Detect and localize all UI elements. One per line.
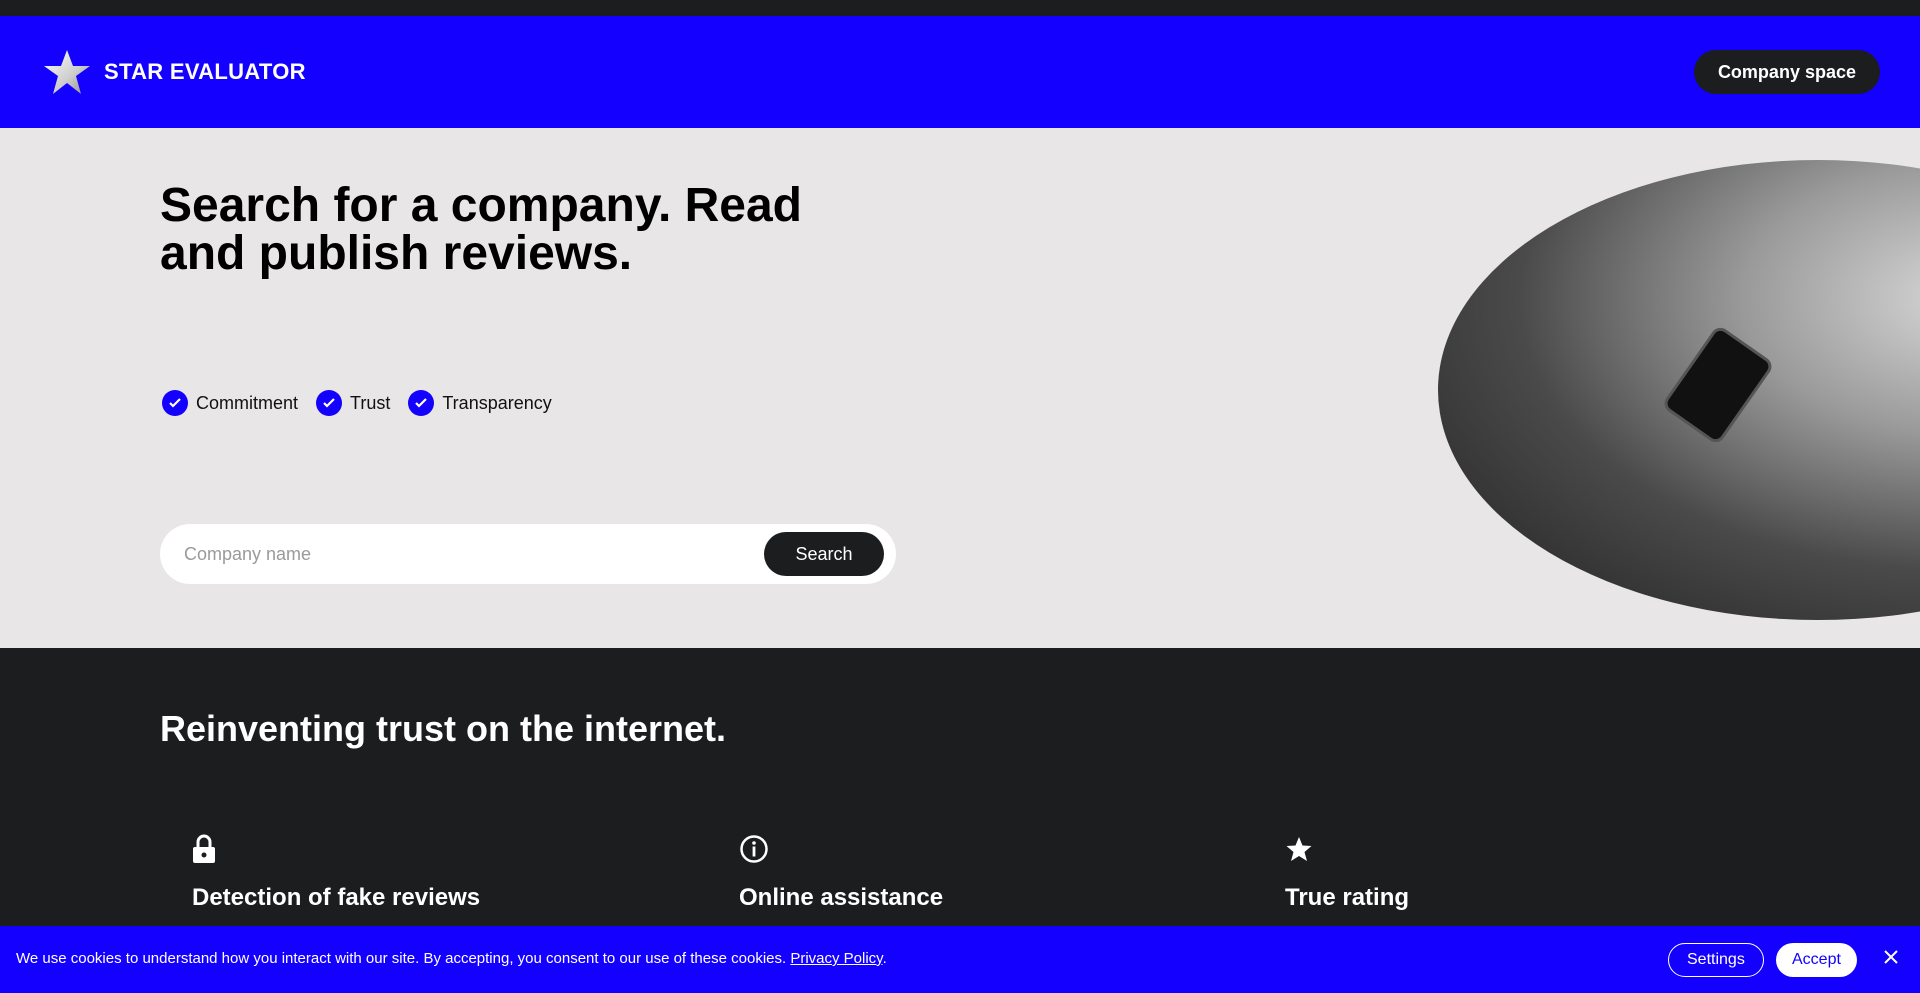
- feature-true-rating: True rating: [1285, 834, 1409, 912]
- phone-image: [1660, 323, 1776, 447]
- search-bar: Search: [160, 524, 896, 584]
- cookie-text: We use cookies to understand how you int…: [16, 950, 791, 967]
- check-icon: [408, 390, 435, 416]
- star-icon: [1285, 834, 1409, 864]
- value-label: Transparency: [442, 392, 552, 413]
- value-label: Trust: [350, 392, 391, 413]
- star-logo-icon: [44, 50, 90, 94]
- close-icon[interactable]: [1882, 948, 1904, 970]
- feature-title: Detection of fake reviews: [192, 884, 481, 911]
- hero-title: Search for a company. Read and publish r…: [160, 179, 802, 280]
- cookie-banner: We use cookies to understand how you int…: [0, 926, 1920, 993]
- cookie-accept-button[interactable]: Accept: [1776, 943, 1857, 977]
- value-item: Trust: [316, 390, 390, 416]
- brand-name: STAR EVALUATOR: [104, 59, 306, 84]
- site-header: STAR EVALUATOR Company space: [0, 16, 1920, 128]
- check-icon: [316, 390, 343, 416]
- check-icon: [162, 390, 188, 416]
- privacy-policy-link[interactable]: Privacy Policy: [790, 950, 882, 967]
- feature-title: True rating: [1285, 884, 1410, 911]
- cookie-settings-button[interactable]: Settings: [1668, 943, 1764, 977]
- feature-title: Online assistance: [739, 884, 944, 911]
- info-icon: [739, 834, 943, 864]
- company-space-button[interactable]: Company space: [1693, 50, 1880, 94]
- section-title: Reinventing trust on the internet.: [160, 708, 727, 749]
- value-label: Commitment: [196, 392, 299, 413]
- company-search-input[interactable]: [184, 524, 704, 584]
- feature-fake-reviews: Detection of fake reviews: [192, 834, 480, 912]
- logo[interactable]: STAR EVALUATOR: [42, 48, 306, 96]
- hero-section: Search for a company. Read and publish r…: [0, 128, 1920, 648]
- value-item: Commitment: [162, 390, 298, 416]
- search-button[interactable]: Search: [764, 532, 884, 576]
- cookie-message: We use cookies to understand how you int…: [16, 950, 887, 967]
- values-list: Commitment Trust Transparency: [162, 390, 552, 416]
- value-item: Transparency: [408, 390, 552, 416]
- browser-top-bar: [0, 0, 1920, 16]
- lock-icon: [192, 834, 480, 864]
- hero-photo: [1438, 160, 1920, 620]
- feature-online-assistance: Online assistance: [739, 834, 943, 912]
